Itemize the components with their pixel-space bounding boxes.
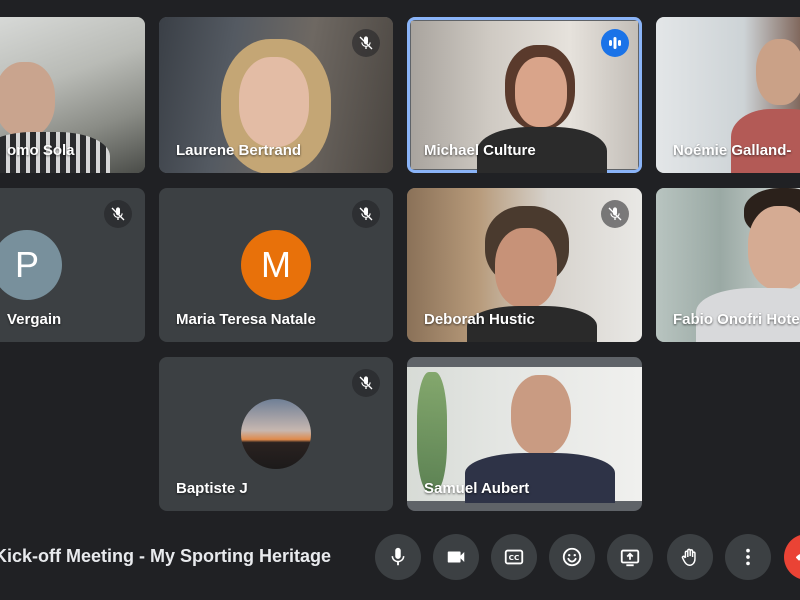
avatar-initial: M [261, 244, 291, 285]
participant-tile[interactable]: omo Sola [0, 17, 145, 173]
person-body [731, 109, 800, 173]
more-options-button[interactable] [725, 534, 771, 580]
person-face [511, 375, 571, 455]
participant-name: Maria Teresa Natale [176, 311, 316, 328]
more-options-icon [746, 548, 750, 566]
muted-indicator [352, 29, 380, 57]
person-face [748, 206, 800, 290]
muted-indicator [601, 200, 629, 228]
participant-tile[interactable]: M Maria Teresa Natale [159, 188, 393, 342]
person-face [756, 39, 800, 105]
svg-text:CC: CC [509, 553, 520, 562]
microphone-icon [391, 547, 405, 566]
participant-tile[interactable]: P Vergain [0, 188, 145, 342]
mic-off-icon [359, 376, 373, 390]
mic-off-icon [359, 36, 373, 50]
end-call-icon [796, 554, 800, 561]
participant-name: Samuel Aubert [424, 480, 530, 497]
person-face [495, 228, 557, 308]
muted-indicator [352, 369, 380, 397]
plant-decor [417, 372, 447, 492]
muted-indicator [104, 200, 132, 228]
meeting-controls-bar: Kick-off Meeting - My Sporting Heritage … [0, 520, 800, 600]
participant-name: Deborah Hustic [424, 311, 535, 328]
participant-avatar-photo [241, 399, 311, 469]
end-call-button[interactable] [784, 534, 800, 580]
raise-hand-icon [681, 548, 696, 566]
audio-level-icon [609, 37, 621, 49]
participant-name: Fabio Onofri Hote [673, 311, 800, 328]
emoji-icon [562, 547, 582, 567]
person-face [515, 57, 567, 127]
participant-name: Michael Culture [424, 142, 536, 159]
participant-tile-active-speaker[interactable]: Michael Culture [407, 17, 642, 173]
meeting-title: Kick-off Meeting - My Sporting Heritage [0, 546, 332, 566]
participant-name: Baptiste J [176, 480, 248, 497]
participant-name: Vergain [7, 311, 62, 328]
present-icon [620, 549, 640, 567]
present-button[interactable] [607, 534, 653, 580]
person-face [239, 57, 309, 147]
emoji-button[interactable] [549, 534, 595, 580]
avatar-initial: P [14, 244, 39, 285]
mic-off-icon [111, 207, 125, 221]
camera-icon [447, 551, 465, 563]
participant-name: omo Sola [7, 142, 75, 159]
muted-indicator [352, 200, 380, 228]
mic-off-icon [359, 207, 373, 221]
participant-tile[interactable]: Samuel Aubert [407, 357, 642, 511]
speaking-indicator [601, 29, 629, 57]
participant-name: Laurene Bertrand [176, 142, 302, 159]
participant-tile[interactable]: Laurene Bertrand [159, 17, 393, 173]
participant-tile[interactable]: Fabio Onofri Hote [656, 188, 800, 342]
participant-tile[interactable]: Baptiste J [159, 357, 393, 511]
participant-tile[interactable]: Deborah Hustic [407, 188, 642, 342]
mic-off-icon [608, 207, 622, 221]
participant-tile[interactable]: Noémie Galland- [656, 17, 800, 173]
participant-name: Noémie Galland- [673, 142, 792, 159]
participant-avatar: M [241, 230, 311, 300]
person-silhouette [0, 62, 55, 137]
participant-avatar: P [0, 230, 62, 300]
captions-button[interactable]: CC [491, 534, 537, 580]
raise-hand-button[interactable] [667, 534, 713, 580]
microphone-button[interactable] [375, 534, 421, 580]
captions-icon: CC [504, 549, 524, 565]
camera-button[interactable] [433, 534, 479, 580]
